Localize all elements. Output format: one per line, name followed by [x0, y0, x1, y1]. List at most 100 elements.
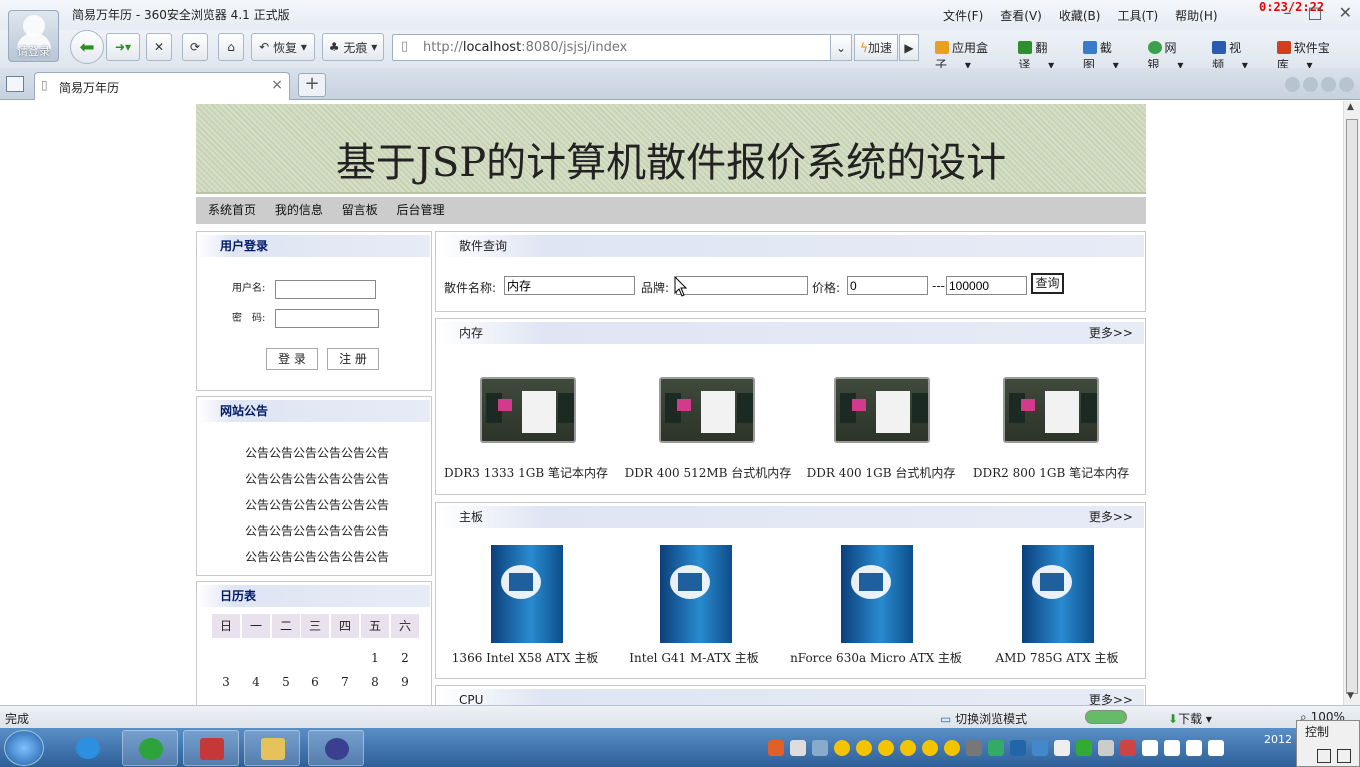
minimize-icon[interactable]: –: [1283, 3, 1291, 22]
menu-file[interactable]: 文件(F): [943, 7, 983, 24]
calendar-day[interactable]: 4: [242, 675, 270, 689]
maximize-icon[interactable]: □: [1307, 3, 1322, 22]
taskbar-eclipse[interactable]: [308, 730, 364, 766]
taskbar-toolbox[interactable]: [183, 730, 239, 766]
taskbar-clock[interactable]: 2012: [1264, 733, 1292, 746]
incognito-button[interactable]: ♣ 无痕 ▾: [322, 33, 384, 61]
product-image[interactable]: [1022, 545, 1094, 643]
play-icon[interactable]: [1317, 749, 1331, 763]
qq-icon[interactable]: [856, 740, 872, 756]
product-image[interactable]: [659, 377, 755, 443]
tray-app-icon[interactable]: [988, 740, 1004, 756]
close-tab-icon[interactable]: ×: [271, 77, 283, 93]
product-name[interactable]: 1366 Intel X58 ATX 主板: [440, 649, 610, 666]
refresh-button[interactable]: ⟳: [182, 33, 208, 61]
tab-active[interactable]: ▯ 简易万年历 ×: [34, 72, 290, 100]
scroll-left-icon[interactable]: [1285, 77, 1300, 92]
home-button[interactable]: ⌂: [218, 33, 244, 61]
query-button[interactable]: 查询: [1031, 273, 1064, 294]
price-max-input[interactable]: [946, 276, 1027, 295]
menu-tools[interactable]: 工具(T): [1117, 7, 1158, 24]
notice-item[interactable]: 公告公告公告公告公告公告: [245, 440, 389, 466]
shield-icon[interactable]: [1032, 740, 1048, 756]
scroll-up-icon[interactable]: ▲: [1347, 102, 1354, 112]
restore-button[interactable]: ↶ 恢复 ▾: [251, 33, 315, 61]
nav-home[interactable]: 系统首页: [208, 197, 256, 224]
tray-app-icon[interactable]: [1010, 740, 1026, 756]
tray-app-icon[interactable]: [1098, 740, 1114, 756]
notice-item[interactable]: 公告公告公告公告公告公告: [245, 492, 389, 518]
calendar-day[interactable]: 8: [361, 675, 389, 689]
qq-icon[interactable]: [878, 740, 894, 756]
product-name[interactable]: DDR 400 1GB 台式机内存: [796, 464, 966, 481]
flag-icon[interactable]: [1142, 740, 1158, 756]
price-min-input[interactable]: [847, 276, 928, 295]
login-button[interactable]: 登 录: [266, 348, 318, 370]
tray-app-icon[interactable]: [1164, 740, 1180, 756]
go-button[interactable]: ▶: [899, 34, 919, 61]
calendar-day[interactable]: 6: [301, 675, 329, 689]
user-avatar[interactable]: 请登录: [8, 10, 59, 62]
tab-list-icon[interactable]: [1321, 77, 1336, 92]
password-input[interactable]: [275, 309, 379, 328]
product-image[interactable]: [834, 377, 930, 443]
input-method-icon[interactable]: [768, 740, 784, 756]
scroll-down-icon[interactable]: ▼: [1347, 691, 1354, 701]
tray-app-icon[interactable]: [1120, 740, 1136, 756]
more-link[interactable]: 更多>>: [1089, 508, 1133, 525]
product-name[interactable]: AMD 785G ATX 主板: [972, 649, 1142, 666]
address-url[interactable]: http://localhost:8080/jsjsj/index: [423, 40, 627, 55]
control-panel-popup[interactable]: 控制: [1296, 720, 1360, 767]
close-all-icon[interactable]: [1339, 77, 1354, 92]
start-button[interactable]: [4, 730, 44, 766]
product-image[interactable]: [491, 545, 563, 643]
product-image[interactable]: [660, 545, 732, 643]
stop-button[interactable]: ✕: [146, 33, 172, 61]
part-name-input[interactable]: [504, 276, 635, 295]
forward-button[interactable]: ➜▾: [106, 33, 140, 61]
back-button[interactable]: ⬅: [70, 30, 104, 64]
address-dropdown-button[interactable]: ⌄: [830, 34, 852, 61]
calendar-day[interactable]: 2: [391, 651, 419, 665]
nav-admin[interactable]: 后台管理: [397, 197, 445, 224]
product-name[interactable]: DDR 400 512MB 台式机内存: [623, 464, 793, 481]
product-name[interactable]: DDR3 1333 1GB 笔记本内存: [441, 464, 611, 481]
product-image[interactable]: [480, 377, 576, 443]
tray-app-icon[interactable]: [1054, 740, 1070, 756]
tray-app-icon[interactable]: [812, 740, 828, 756]
scroll-right-icon[interactable]: [1303, 77, 1318, 92]
vertical-scrollbar[interactable]: ▲ ▼: [1343, 101, 1360, 705]
nav-my-info[interactable]: 我的信息: [275, 197, 323, 224]
menu-help[interactable]: 帮助(H): [1175, 7, 1217, 24]
username-input[interactable]: [275, 280, 376, 299]
accelerate-button[interactable]: ϟ 加速: [854, 34, 898, 61]
toggle-switch[interactable]: [1085, 710, 1127, 724]
qq-icon[interactable]: [944, 740, 960, 756]
new-tab-button[interactable]: +: [298, 73, 326, 97]
product-name[interactable]: DDR2 800 1GB 笔记本内存: [966, 464, 1136, 481]
menu-view[interactable]: 查看(V): [1000, 7, 1042, 24]
product-name[interactable]: nForce 630a Micro ATX 主板: [781, 649, 971, 666]
qq-icon[interactable]: [834, 740, 850, 756]
brand-input[interactable]: [676, 276, 808, 295]
stop-icon[interactable]: [1337, 749, 1351, 763]
tray-app-icon[interactable]: [790, 740, 806, 756]
notice-item[interactable]: 公告公告公告公告公告公告: [245, 544, 389, 570]
more-link[interactable]: 更多>>: [1089, 324, 1133, 341]
calendar-day[interactable]: 9: [391, 675, 419, 689]
sidebar-toggle-icon[interactable]: [6, 76, 24, 92]
switch-mode-button[interactable]: ▭ 切换浏览模式: [940, 710, 1027, 727]
nav-message-board[interactable]: 留言板: [342, 197, 378, 224]
notice-item[interactable]: 公告公告公告公告公告公告: [245, 518, 389, 544]
menu-favorites[interactable]: 收藏(B): [1059, 7, 1101, 24]
speaker-icon[interactable]: [1208, 740, 1224, 756]
tray-app-icon[interactable]: [966, 740, 982, 756]
scrollbar-thumb[interactable]: [1346, 119, 1358, 694]
product-image[interactable]: [841, 545, 913, 643]
taskbar-ie[interactable]: [60, 730, 116, 766]
download-button[interactable]: ⬇下载 ▾: [1168, 710, 1212, 727]
calendar-day[interactable]: 3: [212, 675, 240, 689]
tray-app-icon[interactable]: [1076, 740, 1092, 756]
calendar-day[interactable]: 7: [331, 675, 359, 689]
taskbar-explorer[interactable]: [244, 730, 300, 766]
